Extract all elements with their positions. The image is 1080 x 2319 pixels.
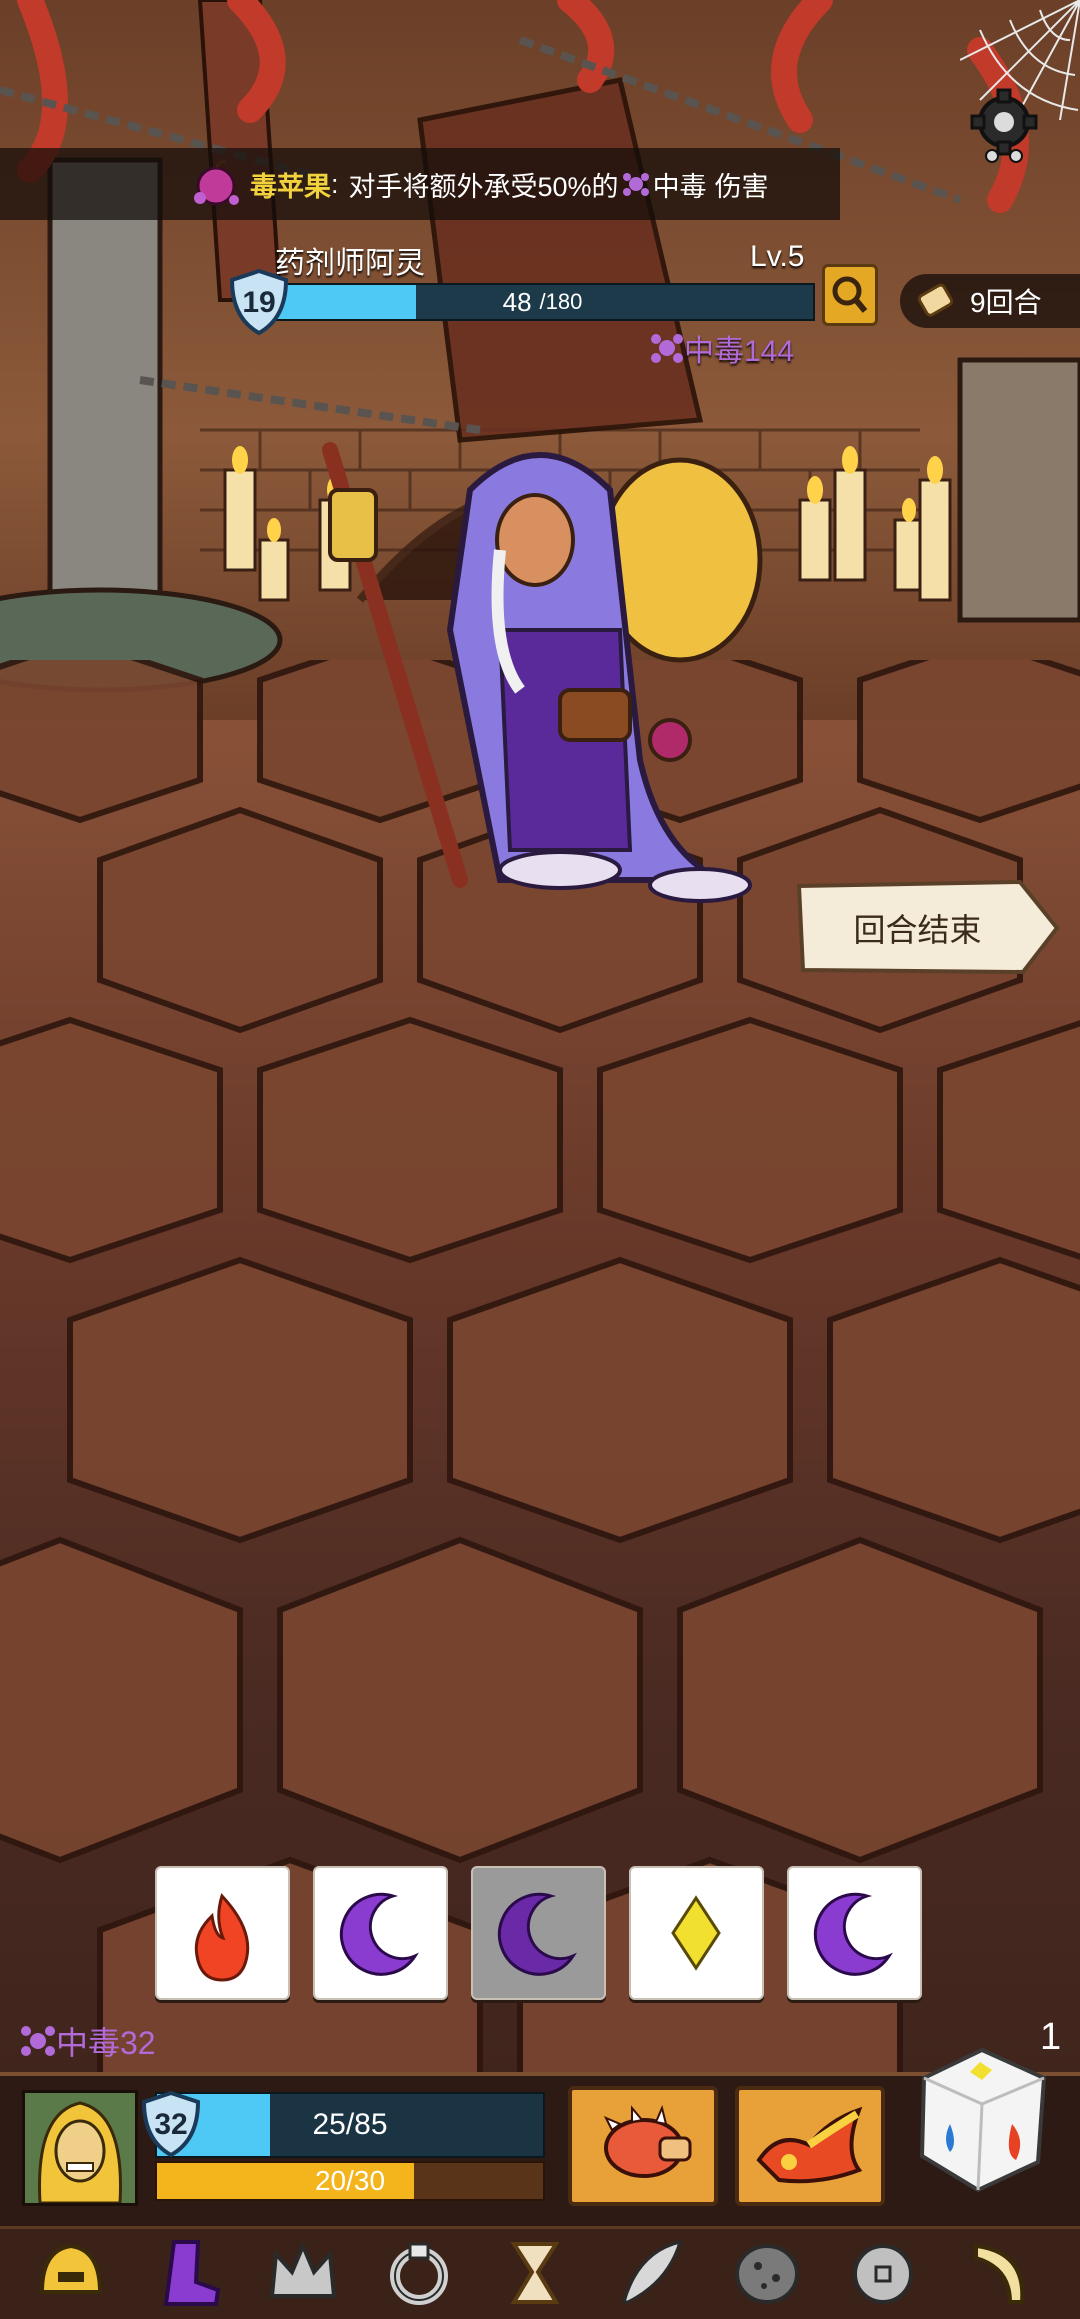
- turn-count-text: 9回合: [970, 287, 1042, 318]
- poison-icon: [651, 334, 683, 363]
- fire-icon: [194, 1893, 250, 1982]
- scroll-icon: [917, 283, 954, 317]
- player-status-text: 中毒32: [56, 2025, 156, 2061]
- item-effect-text: 对手将额外承受50%的: [348, 171, 619, 202]
- enemy-witch-sprite[interactable]: [300, 430, 780, 910]
- end-turn-button[interactable]: 回合结束: [795, 880, 1060, 976]
- player-armor-value: 32: [154, 2108, 188, 2141]
- silver-ring-icon[interactable]: [376, 2232, 462, 2312]
- skill-punch-button[interactable]: [568, 2086, 718, 2206]
- end-turn-label: 回合结束: [853, 912, 982, 948]
- spotted-stone-icon[interactable]: [724, 2232, 810, 2312]
- enemy-status-text: 中毒144: [684, 335, 795, 368]
- skill-explosion-button[interactable]: [735, 2086, 885, 2206]
- enemy-hp-current: 48: [502, 286, 532, 317]
- enemy-armor-value: 19: [242, 286, 276, 319]
- settings-gear-icon[interactable]: [964, 86, 1044, 166]
- spiked-fist-icon: [603, 2104, 692, 2178]
- moon-icon: [497, 1892, 577, 1976]
- die-card-1[interactable]: [155, 1866, 290, 2000]
- hourglass-icon[interactable]: [492, 2232, 578, 2312]
- poison-icon: [21, 2026, 55, 2056]
- poison-apple-icon: [194, 160, 239, 206]
- silver-coin-icon[interactable]: [840, 2232, 926, 2312]
- player-poison-status: 中毒32: [20, 2018, 156, 2064]
- purple-boot-icon[interactable]: [144, 2232, 230, 2312]
- die-card-5[interactable]: [787, 1866, 922, 2000]
- player-energy-text: 20/30: [314, 2165, 386, 2196]
- enemy-poison-status: 中毒144: [650, 326, 794, 370]
- turn-counter: 9回合: [900, 274, 1080, 328]
- item-effect-banner: 毒苹果 : 对手将额外承受50%的 中毒 伤害: [0, 148, 840, 220]
- inspect-magnifier-icon[interactable]: [822, 264, 878, 326]
- item-effect-status: 中毒: [652, 171, 707, 202]
- feather-icon[interactable]: [608, 2232, 694, 2312]
- item-separator: :: [331, 168, 339, 199]
- diamond-icon: [671, 1895, 721, 1971]
- poison-icon: [622, 173, 649, 196]
- die-card-3-selected[interactable]: [471, 1866, 606, 2000]
- die-card-4[interactable]: [629, 1866, 764, 2000]
- enemy-hp-bar: 48 /180: [270, 283, 815, 321]
- roll-dice-button[interactable]: [912, 2044, 1052, 2194]
- golden-helmet-icon[interactable]: [28, 2232, 114, 2312]
- enemy-level: Lv.5: [750, 240, 805, 273]
- explosion-icon: [756, 2106, 863, 2184]
- item-name: 毒苹果: [250, 171, 331, 202]
- moon-icon: [813, 1892, 893, 1976]
- enemy-name: 药剂师阿灵: [275, 247, 425, 280]
- enemy-hp-text: 48 /180: [272, 285, 813, 319]
- moon-icon: [339, 1892, 419, 1976]
- player-hp-text: 25/85: [312, 2108, 388, 2141]
- die-card-2[interactable]: [313, 1866, 448, 2000]
- enemy-hp-max: /180: [539, 289, 583, 314]
- player-energy-bar: 20/30: [155, 2161, 545, 2201]
- horn-icon[interactable]: [956, 2232, 1042, 2312]
- player-hp-bar: 25/85: [155, 2092, 545, 2158]
- player-portrait-avatar[interactable]: [22, 2090, 138, 2206]
- dice-hand: [155, 1866, 925, 2002]
- silver-crown-icon[interactable]: [260, 2232, 346, 2312]
- item-effect-suffix: 伤害: [714, 171, 769, 202]
